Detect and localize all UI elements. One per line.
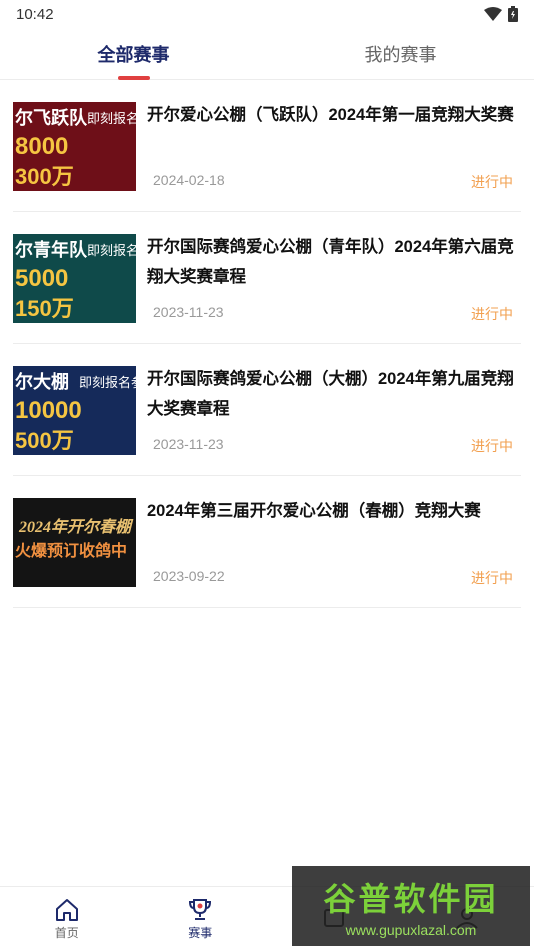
race-title: 开尔爱心公棚（飞跃队）2024年第一届竞翔大奖赛	[147, 106, 514, 124]
race-status: 进行中	[471, 174, 513, 190]
tab-label: 全部赛事	[97, 45, 170, 65]
status-time: 10:42	[16, 5, 54, 23]
tab-my-races[interactable]: 我的赛事	[267, 28, 534, 80]
thumb-big-number: 5000	[15, 265, 68, 292]
race-status: 进行中	[471, 306, 513, 322]
race-thumbnail: 尔飞跃队 即刻报名 8000 300万	[13, 102, 136, 191]
thumb-prize-text: 500万	[15, 428, 74, 453]
status-icons	[484, 6, 518, 22]
home-icon	[55, 898, 78, 921]
thumb-team-text: 2024年开尔春棚	[18, 518, 134, 536]
race-thumbnail: 尔青年队 即刻报名 5000 150万	[13, 234, 136, 323]
race-date: 2023-11-23	[153, 304, 224, 320]
thumb-tag-text: 即刻报名	[87, 111, 136, 126]
thumb-big-number: 10000	[15, 397, 82, 424]
nav-label: 首页	[54, 925, 79, 940]
race-status: 进行中	[471, 570, 513, 586]
race-thumbnail: 2024年开尔春棚 火爆预订收鸽中	[13, 498, 136, 587]
status-bar: 10:42	[0, 0, 534, 28]
race-title: 开尔国际赛鸽爱心公棚（大棚）2024年第九届竞翔大奖赛章程	[147, 370, 514, 418]
race-date: 2023-11-23	[153, 436, 224, 452]
trophy-icon	[189, 898, 212, 920]
battery-icon	[508, 6, 518, 22]
thumb-tag-text: 即刻报名参	[79, 375, 136, 390]
thumb-prize-text: 300万	[15, 164, 74, 189]
race-date: 2023-09-22	[153, 568, 225, 584]
race-list-item[interactable]: 尔飞跃队 即刻报名 8000 300万 开尔爱心公棚（飞跃队）2024年第一届竞…	[13, 80, 521, 212]
race-thumbnail: 尔大棚 即刻报名参 10000 500万	[13, 366, 136, 455]
thumb-tag-text: 即刻报名	[87, 243, 136, 258]
race-date: 2024-02-18	[153, 172, 225, 188]
race-tabs: 全部赛事 我的赛事	[0, 28, 534, 80]
thumb-team-text: 尔大棚	[15, 371, 69, 392]
race-list: 尔飞跃队 即刻报名 8000 300万 开尔爱心公棚（飞跃队）2024年第一届竞…	[0, 80, 534, 608]
race-list-item[interactable]: 尔青年队 即刻报名 5000 150万 开尔国际赛鸽爱心公棚（青年队）2024年…	[13, 212, 521, 344]
thumb-prize-text: 150万	[15, 296, 74, 321]
race-status: 进行中	[471, 438, 513, 454]
watermark-logo: 谷普软件园 www.gupuxlazal.com	[292, 866, 530, 946]
race-list-item[interactable]: 尔大棚 即刻报名参 10000 500万 开尔国际赛鸽爱心公棚（大棚）2024年…	[13, 344, 521, 476]
race-title: 2024年第三届开尔爱心公棚（春棚）竞翔大赛	[147, 502, 481, 520]
wifi-icon	[484, 7, 502, 21]
thumb-tag-text: 火爆预订收鸽中	[15, 541, 127, 560]
nav-label: 赛事	[188, 925, 213, 940]
race-list-item[interactable]: 2024年开尔春棚 火爆预订收鸽中 2024年第三届开尔爱心公棚（春棚）竞翔大赛…	[13, 476, 521, 608]
nav-races[interactable]: 赛事	[134, 887, 268, 950]
tab-all-races[interactable]: 全部赛事	[0, 28, 267, 80]
thumb-team-text: 尔飞跃队	[15, 107, 88, 128]
watermark-text: 谷普软件园	[323, 881, 499, 917]
race-title: 开尔国际赛鸽爱心公棚（青年队）2024年第六届竞翔大奖赛章程	[147, 238, 514, 286]
nav-home[interactable]: 首页	[0, 887, 134, 950]
tab-label: 我的赛事	[364, 45, 437, 65]
thumb-big-number: 8000	[15, 133, 68, 160]
thumb-team-text: 尔青年队	[15, 239, 88, 260]
watermark-url: www.gupuxlazal.com	[345, 922, 477, 938]
